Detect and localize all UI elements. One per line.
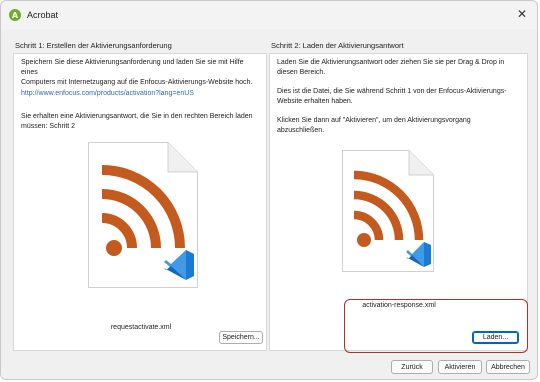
acrobat-app-icon: A — [9, 9, 21, 21]
window-title: Acrobat — [27, 10, 59, 20]
xml-file-icon[interactable] — [88, 142, 198, 288]
step1-text-2: Sie erhalten eine Aktivierungsantwort, d… — [21, 112, 261, 132]
step2-text-3: Klicken Sie dann auf "Aktivieren", um de… — [277, 116, 522, 136]
activate-button[interactable]: Aktivieren — [438, 360, 482, 374]
step2-text-2-line1: Dies ist die Datei, die Sie während Schr… — [277, 88, 507, 95]
dialog-body: Schritt 1: Erstellen der Aktivierungsanf… — [1, 29, 537, 379]
save-button[interactable]: Speichern... — [219, 331, 263, 344]
step1-title: Schritt 1: Erstellen der Aktivierungsanf… — [15, 41, 172, 50]
xml-file-icon[interactable] — [342, 150, 434, 272]
step1-text-1-line1: Speichern Sie diese Aktivierungsanforder… — [21, 59, 244, 76]
step1-text-2-line2: müssen: Schritt 2 — [21, 123, 76, 130]
step2-text-1: Laden Sie die Aktivierungsantwort oder z… — [277, 58, 522, 78]
title-bar: A Acrobat ✕ — [1, 1, 537, 29]
step2-text-3-line1: Klicken Sie dann auf "Aktivieren", um de… — [277, 117, 471, 124]
step1-text-1: Speichern Sie diese Aktivierungsanforder… — [21, 58, 261, 88]
step2-text-2-line2: Website erhalten haben. — [277, 98, 353, 105]
response-file-label: activation-response.xml — [362, 302, 436, 309]
step2-title: Schritt 2: Laden der Aktivierungsantwort — [271, 41, 404, 50]
step2-text-1-line1: Laden Sie die Aktivierungsantwort oder z… — [277, 59, 505, 66]
dialog-window: A Acrobat ✕ Schritt 1: Erstellen der Akt… — [0, 0, 538, 380]
step2-text-3-line2: abzuschließen. — [277, 127, 325, 134]
step1-panel: Speichern Sie diese Aktivierungsanforder… — [13, 53, 267, 351]
step2-text-1-line2: diesen Bereich. — [277, 69, 326, 76]
back-button[interactable]: Zurück — [391, 360, 433, 374]
load-button[interactable]: Laden... — [472, 331, 519, 344]
request-file-label: requestactivate.xml — [110, 324, 172, 331]
close-icon[interactable]: ✕ — [515, 7, 529, 21]
cancel-button[interactable]: Abbrechen — [486, 360, 530, 374]
step1-text-2-line1: Sie erhalten eine Aktivierungsantwort, d… — [21, 113, 253, 120]
step2-text-2: Dies ist die Datei, die Sie während Schr… — [277, 87, 522, 107]
step1-text-1-line2: Computers mit Internetzugang auf die Enf… — [21, 79, 253, 86]
activation-link[interactable]: http://www.enfocus.com/products/activati… — [21, 89, 194, 99]
